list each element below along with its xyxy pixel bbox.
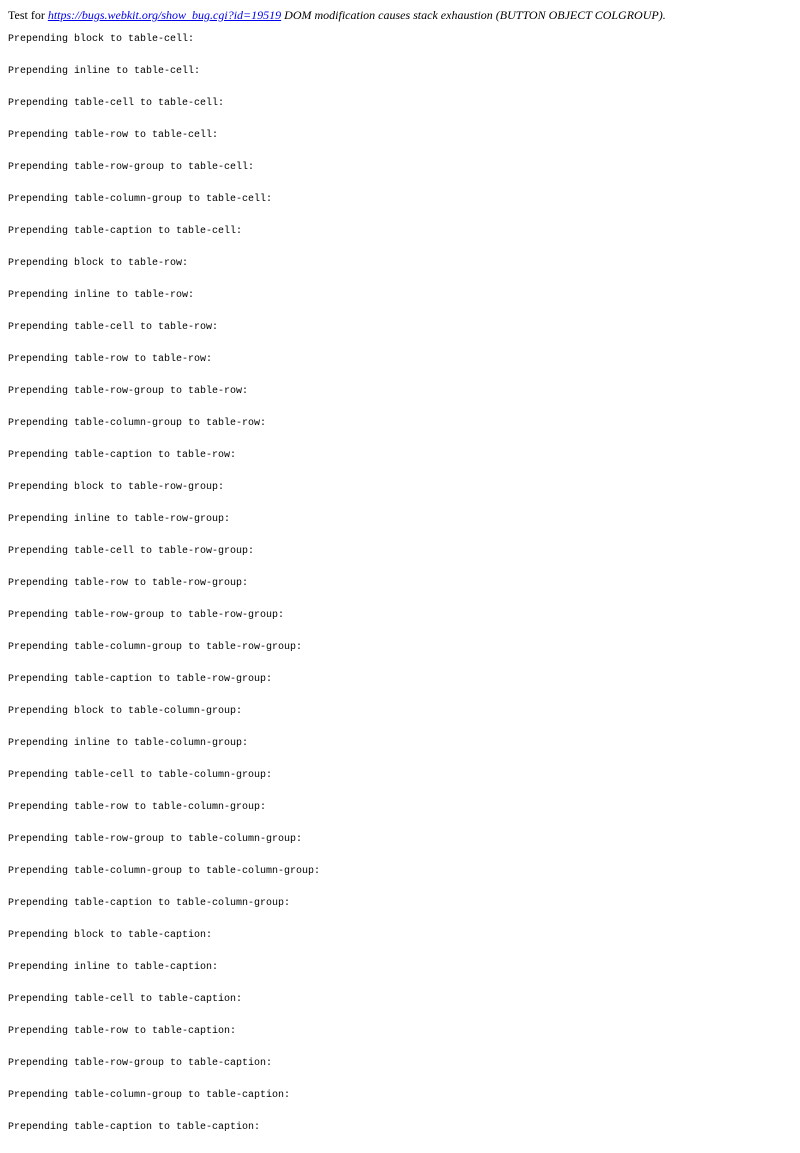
test-output-line: Prepending inline to table-row: (8, 290, 195, 301)
test-output-line: Prepending table-column-group to table-r… (8, 418, 267, 429)
test-output-line: Prepending table-column-group to table-c… (8, 1090, 291, 1101)
test-output-line: Prepending table-caption to table-row: (8, 450, 237, 461)
test-output-line: Prepending table-row-group to table-colu… (8, 834, 303, 845)
test-output-line: Prepending block to table-cell: (8, 34, 195, 45)
test-output-list: Prepending block to table-cell: Prependin… (8, 33, 320, 1153)
test-output-line: Prepending table-cell to table-row-group… (8, 546, 255, 557)
test-output-line: Prepending table-row to table-row-group: (8, 578, 249, 589)
test-output-line: Prepending table-cell to table-caption: (8, 994, 243, 1005)
test-output-line: Prepending table-cell to table-column-gr… (8, 770, 273, 781)
test-output-line: Prepending table-caption to table-captio… (8, 1122, 261, 1133)
test-output-line: Prepending inline to table-cell: (8, 66, 201, 77)
test-output-line: Prepending table-cell to table-cell: (8, 98, 225, 109)
bug-link[interactable]: https://bugs.webkit.org/show_bug.cgi?id=… (48, 8, 281, 22)
test-output-line: Prepending table-column-group to table-c… (8, 866, 321, 877)
test-output-line: Prepending table-row to table-caption: (8, 1026, 237, 1037)
test-output-line: Prepending table-column-group to table-c… (8, 194, 273, 205)
test-output-line: Prepending table-row-group to table-row-… (8, 610, 285, 621)
test-output-line: Prepending inline to table-row-group: (8, 514, 231, 525)
test-output-line: Prepending table-column-group to table-r… (8, 642, 303, 653)
test-output-line: Prepending table-caption to table-cell: (8, 226, 243, 237)
test-output-line: Prepending table-row-group to table-cell… (8, 162, 255, 173)
test-output-line: Prepending table-row to table-cell: (8, 130, 219, 141)
test-header: Test for https://bugs.webkit.org/show_bu… (8, 8, 666, 22)
test-output-line: Prepending block to table-row: (8, 258, 189, 269)
test-output-line: Prepending inline to table-caption: (8, 962, 219, 973)
bug-description: DOM modification causes stack exhaustion… (281, 8, 666, 22)
test-output-line: Prepending table-row-group to table-row: (8, 386, 249, 397)
test-output-line: Prepending block to table-row-group: (8, 482, 225, 493)
test-output-line: Prepending table-row to table-row: (8, 354, 213, 365)
test-output-line: Prepending block to table-caption: (8, 930, 213, 941)
test-output-line: Prepending table-row-group to table-capt… (8, 1058, 273, 1069)
test-output-line: Prepending table-row to table-column-gro… (8, 802, 267, 813)
test-output-line: Prepending table-cell to table-row: (8, 322, 219, 333)
test-output-line: Prepending table-caption to table-row-gr… (8, 674, 273, 685)
test-output-line: Prepending table-caption to table-column… (8, 898, 291, 909)
test-output-line: Prepending block to table-column-group: (8, 706, 243, 717)
header-prefix: Test for (8, 8, 48, 22)
test-output-line: Prepending inline to table-column-group: (8, 738, 249, 749)
